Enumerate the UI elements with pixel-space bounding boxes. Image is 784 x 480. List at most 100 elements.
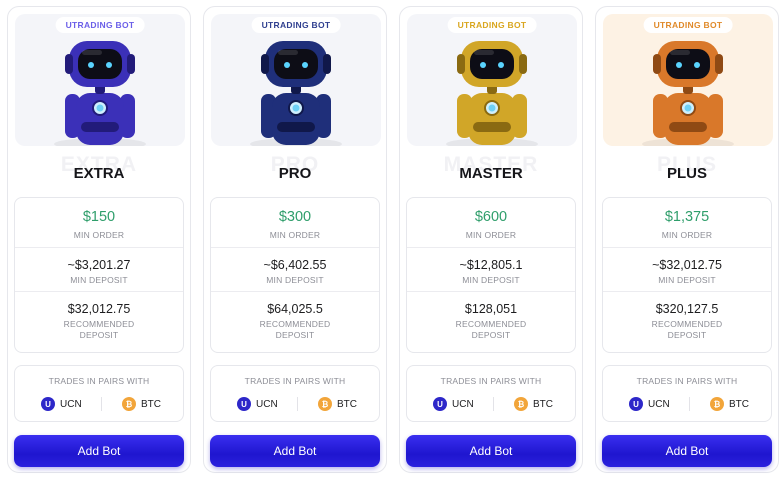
pair-divider <box>689 397 690 411</box>
trading-pairs-title: TRADES IN PAIRS WITH <box>440 376 542 386</box>
pair-ucn: U UCN <box>237 396 278 412</box>
add-bot-button[interactable]: Add Bot <box>406 435 576 467</box>
trading-pairs-title: TRADES IN PAIRS WITH <box>48 376 150 386</box>
robot-mascot-icon <box>642 41 734 146</box>
btc-coin-icon: ₿ <box>514 397 528 411</box>
trading-pairs-title: TRADES IN PAIRS WITH <box>244 376 346 386</box>
pair-btc: ₿ BTC <box>318 396 357 412</box>
btc-coin-icon: ₿ <box>318 397 332 411</box>
min-order-stat: $150 MIN ORDER <box>15 198 183 248</box>
pair-divider <box>101 397 102 411</box>
recommended-deposit-label: RECOMMENDED DEPOSIT <box>651 319 723 340</box>
min-deposit-value: ~$3,201.27 <box>67 258 131 272</box>
pair-btc-label: BTC <box>729 398 749 410</box>
plan-badge: UTRADING BOT <box>251 17 341 33</box>
trading-pairs: TRADES IN PAIRS WITH U UCN ₿ BTC <box>602 365 772 422</box>
trading-pairs: TRADES IN PAIRS WITH U UCN ₿ BTC <box>14 365 184 422</box>
min-order-label: MIN ORDER <box>269 230 321 240</box>
pair-ucn: U UCN <box>433 396 474 412</box>
plan-card-master: UTRADING BOT MASTER MASTER $600 MIN ORDE… <box>399 6 583 473</box>
min-order-value: $1,375 <box>664 209 710 225</box>
recommended-deposit-value: $320,127.5 <box>655 302 719 316</box>
plan-hero: UTRADING BOT <box>15 14 185 146</box>
min-order-label: MIN ORDER <box>73 230 125 240</box>
min-deposit-label: MIN DEPOSIT <box>462 275 520 285</box>
min-deposit-stat: ~$32,012.75 MIN DEPOSIT <box>603 248 771 292</box>
pair-ucn-label: UCN <box>256 398 278 410</box>
min-deposit-label: MIN DEPOSIT <box>266 275 324 285</box>
min-order-label: MIN ORDER <box>661 230 713 240</box>
min-order-stat: $600 MIN ORDER <box>407 198 575 248</box>
plan-badge: UTRADING BOT <box>55 17 145 33</box>
add-bot-button[interactable]: Add Bot <box>14 435 184 467</box>
pair-ucn: U UCN <box>41 396 82 412</box>
recommended-deposit-value: $32,012.75 <box>67 302 131 316</box>
bot-plans-row: UTRADING BOT EXTRA EXTRA $150 MIN ORDER … <box>0 0 784 480</box>
pair-ucn-label: UCN <box>60 398 82 410</box>
plan-stats: $600 MIN ORDER ~$12,805.1 MIN DEPOSIT $1… <box>406 197 576 353</box>
recommended-deposit-value: $64,025.5 <box>267 302 323 316</box>
min-order-value: $600 <box>474 209 508 225</box>
min-deposit-value: ~$6,402.55 <box>263 258 327 272</box>
plan-card-pro: UTRADING BOT PRO PRO $300 MIN ORDER ~$6,… <box>203 6 387 473</box>
pair-divider <box>297 397 298 411</box>
pair-ucn-label: UCN <box>648 398 670 410</box>
pair-ucn-label: UCN <box>452 398 474 410</box>
plan-title: MASTER <box>459 165 523 182</box>
ucn-coin-icon: U <box>237 397 251 411</box>
min-deposit-stat: ~$12,805.1 MIN DEPOSIT <box>407 248 575 292</box>
recommended-deposit-stat: $128,051 RECOMMENDED DEPOSIT <box>407 292 575 354</box>
plan-badge: UTRADING BOT <box>643 17 733 33</box>
plan-title: PRO <box>278 165 312 182</box>
recommended-deposit-stat: $32,012.75 RECOMMENDED DEPOSIT <box>15 292 183 354</box>
plan-title: EXTRA <box>73 165 125 182</box>
min-order-stat: $1,375 MIN ORDER <box>603 198 771 248</box>
recommended-deposit-label: RECOMMENDED DEPOSIT <box>455 319 527 340</box>
pair-divider <box>493 397 494 411</box>
plan-hero: UTRADING BOT <box>603 14 773 146</box>
min-deposit-value: ~$12,805.1 <box>459 258 523 272</box>
min-deposit-stat: ~$6,402.55 MIN DEPOSIT <box>211 248 379 292</box>
pair-btc: ₿ BTC <box>514 396 553 412</box>
btc-coin-icon: ₿ <box>710 397 724 411</box>
plan-stats: $1,375 MIN ORDER ~$32,012.75 MIN DEPOSIT… <box>602 197 772 353</box>
robot-mascot-icon <box>250 41 342 146</box>
pair-btc: ₿ BTC <box>122 396 161 412</box>
trading-pairs: TRADES IN PAIRS WITH U UCN ₿ BTC <box>210 365 380 422</box>
plan-hero: UTRADING BOT <box>407 14 577 146</box>
pair-btc-label: BTC <box>533 398 553 410</box>
min-deposit-stat: ~$3,201.27 MIN DEPOSIT <box>15 248 183 292</box>
pair-ucn: U UCN <box>629 396 670 412</box>
robot-mascot-icon <box>54 41 146 146</box>
recommended-deposit-stat: $64,025.5 RECOMMENDED DEPOSIT <box>211 292 379 354</box>
pair-btc-label: BTC <box>337 398 357 410</box>
min-deposit-label: MIN DEPOSIT <box>658 275 716 285</box>
plan-card-extra: UTRADING BOT EXTRA EXTRA $150 MIN ORDER … <box>7 6 191 473</box>
min-order-stat: $300 MIN ORDER <box>211 198 379 248</box>
ucn-coin-icon: U <box>433 397 447 411</box>
plan-hero: UTRADING BOT <box>211 14 381 146</box>
recommended-deposit-value: $128,051 <box>464 302 518 316</box>
min-order-value: $150 <box>82 209 116 225</box>
pair-btc: ₿ BTC <box>710 396 749 412</box>
recommended-deposit-stat: $320,127.5 RECOMMENDED DEPOSIT <box>603 292 771 354</box>
trading-pairs: TRADES IN PAIRS WITH U UCN ₿ BTC <box>406 365 576 422</box>
plan-stats: $150 MIN ORDER ~$3,201.27 MIN DEPOSIT $3… <box>14 197 184 353</box>
recommended-deposit-label: RECOMMENDED DEPOSIT <box>63 319 135 340</box>
trading-pairs-title: TRADES IN PAIRS WITH <box>636 376 738 386</box>
min-deposit-value: ~$32,012.75 <box>652 258 722 272</box>
min-deposit-label: MIN DEPOSIT <box>70 275 128 285</box>
ucn-coin-icon: U <box>41 397 55 411</box>
add-bot-button[interactable]: Add Bot <box>602 435 772 467</box>
plan-stats: $300 MIN ORDER ~$6,402.55 MIN DEPOSIT $6… <box>210 197 380 353</box>
plan-title: PLUS <box>666 165 707 182</box>
min-order-label: MIN ORDER <box>465 230 517 240</box>
plan-badge: UTRADING BOT <box>447 17 537 33</box>
plan-card-plus: UTRADING BOT PLUS PLUS $1,375 MIN ORDER … <box>595 6 779 473</box>
ucn-coin-icon: U <box>629 397 643 411</box>
add-bot-button[interactable]: Add Bot <box>210 435 380 467</box>
robot-mascot-icon <box>446 41 538 146</box>
recommended-deposit-label: RECOMMENDED DEPOSIT <box>259 319 331 340</box>
btc-coin-icon: ₿ <box>122 397 136 411</box>
pair-btc-label: BTC <box>141 398 161 410</box>
